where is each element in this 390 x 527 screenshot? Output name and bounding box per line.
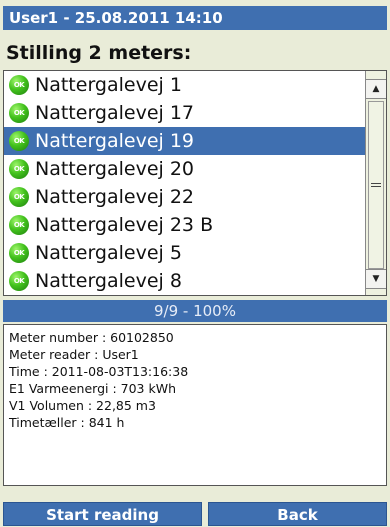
ok-status-icon: OK [9, 159, 29, 179]
meter-list-rows: OK Nattergalevej 1 OK Nattergalevej 17 OK Nat… [4, 71, 366, 295]
meter-details: Meter number : 60102850 Meter reader : U… [3, 324, 387, 486]
ok-status-icon: OK [9, 243, 29, 263]
progress-bar: 9/9 - 100% [3, 300, 387, 322]
meter-list-item[interactable]: OK Nattergalevej 17 [4, 99, 366, 127]
ok-status-text: OK [13, 221, 25, 229]
grip-icon [371, 183, 381, 187]
ok-status-text: OK [13, 193, 25, 201]
meter-label: Nattergalevej 23 B [35, 214, 214, 236]
detail-meter-reader: Meter reader : User1 [9, 347, 139, 362]
meter-list-item[interactable]: OK Nattergalevej 19 [4, 127, 366, 155]
ok-status-icon: OK [9, 215, 29, 235]
meter-label: Nattergalevej 8 [35, 270, 182, 292]
ok-status-icon: OK [9, 103, 29, 123]
meter-label: Nattergalevej 19 [35, 130, 195, 152]
meter-label: Nattergalevej 5 [35, 242, 182, 264]
ok-status-icon: OK [9, 131, 29, 151]
meter-list-item[interactable]: OK Nattergalevej 20 [4, 155, 366, 183]
start-reading-button[interactable]: Start reading [3, 502, 202, 526]
ok-status-text: OK [13, 165, 25, 173]
meter-list-item[interactable]: OK Nattergalevej 22 [4, 183, 366, 211]
scroll-up-button[interactable]: ▲ [366, 79, 386, 99]
ok-status-text: OK [13, 81, 25, 89]
meter-list-item[interactable]: OK Nattergalevej 1 [4, 71, 366, 99]
arrow-down-icon: ▼ [372, 274, 380, 284]
meter-label: Nattergalevej 20 [35, 158, 195, 180]
detail-hour-counter: Timetæller : 841 h [9, 415, 125, 430]
page-heading: Stilling 2 meters: [6, 42, 192, 64]
back-button[interactable]: Back [208, 502, 387, 526]
arrow-up-icon: ▲ [372, 84, 380, 94]
ok-status-icon: OK [9, 271, 29, 291]
meter-list-item[interactable]: OK Nattergalevej 5 [4, 239, 366, 267]
meter-list-item[interactable]: OK Nattergalevej 8 [4, 267, 366, 295]
scrollbar[interactable]: ▲ ▼ [365, 71, 386, 295]
meter-label: Nattergalevej 17 [35, 102, 195, 124]
meter-list[interactable]: OK Nattergalevej 1 OK Nattergalevej 17 OK Nat… [3, 70, 387, 296]
progress-text: 9/9 - 100% [154, 302, 236, 320]
ok-status-text: OK [13, 249, 25, 257]
scroll-down-button[interactable]: ▼ [366, 269, 386, 289]
ok-status-icon: OK [9, 187, 29, 207]
detail-meter-number: Meter number : 60102850 [9, 330, 174, 345]
meter-list-item[interactable]: OK Nattergalevej 23 B [4, 211, 366, 239]
detail-energy: E1 Varmeenergi : 703 kWh [9, 381, 176, 396]
detail-volume: V1 Volumen : 22,85 m3 [9, 398, 156, 413]
title-bar: User1 - 25.08.2011 14:10 [3, 6, 387, 30]
ok-status-text: OK [13, 277, 25, 285]
detail-time: Time : 2011-08-03T13:16:38 [9, 364, 189, 379]
ok-status-icon: OK [9, 75, 29, 95]
ok-status-text: OK [13, 109, 25, 117]
meter-label: Nattergalevej 22 [35, 186, 195, 208]
meter-label: Nattergalevej 1 [35, 74, 182, 96]
scrollbar-thumb[interactable] [368, 101, 384, 269]
ok-status-text: OK [13, 137, 25, 145]
